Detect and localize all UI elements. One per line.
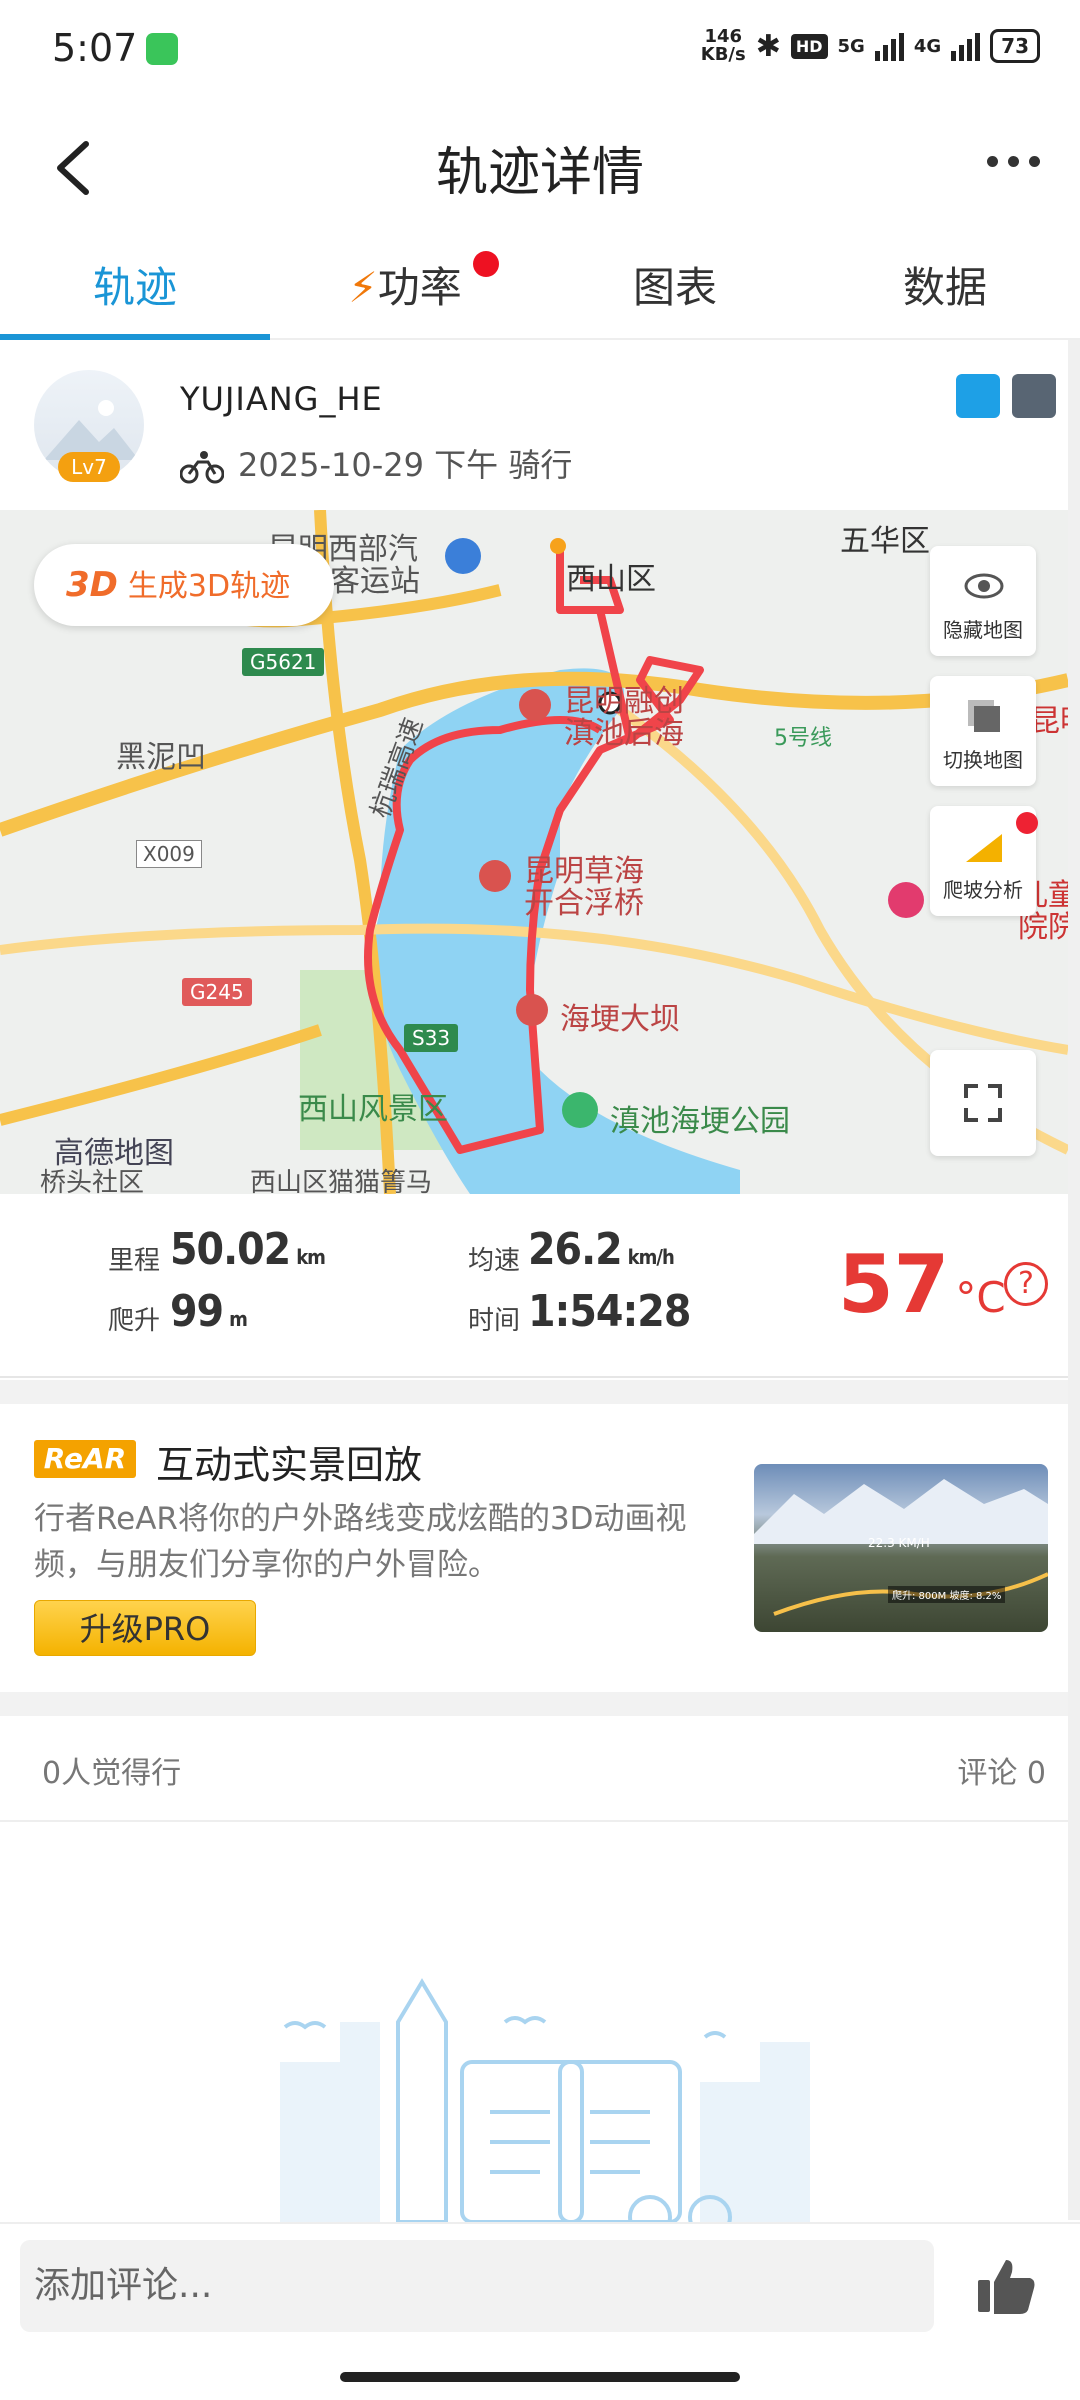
fullscreen-button[interactable] xyxy=(930,1050,1036,1156)
user-info: Lv7 YUJIANG_HE 2025-10-29 下午 骑行 xyxy=(0,340,1068,510)
speed-label: 均速 xyxy=(468,1246,521,1276)
comments-count[interactable]: 评论 0 xyxy=(957,1748,1046,1792)
map-label: 桥头社区 xyxy=(40,1168,145,1194)
time-value: 1:54:28 xyxy=(528,1286,691,1337)
username[interactable]: YUJIANG_HE xyxy=(180,380,383,418)
climb-label: 爬升 xyxy=(108,1306,161,1336)
eye-icon xyxy=(964,573,1004,599)
tab-chart[interactable]: 图表 xyxy=(540,240,810,338)
map-label: 滇池海埂公园 xyxy=(610,1104,790,1139)
section-divider xyxy=(0,1692,1068,1716)
app-header: 轨迹详情 xyxy=(0,100,1080,230)
likes-count[interactable]: 0人觉得行 xyxy=(42,1748,181,1792)
page-title: 轨迹详情 xyxy=(435,143,644,203)
hd-icon: HD xyxy=(790,33,828,59)
time-label: 时间 xyxy=(468,1306,521,1336)
tab-track[interactable]: 轨迹 xyxy=(0,240,270,338)
map-label: 西山风景区 xyxy=(298,1092,448,1127)
garmin-sync-icon xyxy=(1012,374,1056,418)
preview-info: 爬升: 800M 坡度: 8.2% xyxy=(888,1586,1006,1603)
battery-icon: 73 xyxy=(990,29,1040,63)
activity-meta: 2025-10-29 下午 骑行 xyxy=(180,440,572,486)
map-label: 滇池后海 xyxy=(564,716,684,751)
slope-icon xyxy=(966,834,1002,862)
map-label: X009 xyxy=(136,840,202,868)
empty-comments-illustration xyxy=(0,1822,1068,2239)
tab-bar: 轨迹 ⚡功率 图表 数据 xyxy=(0,240,1080,340)
status-bar: 5:07 146 KB/s ✱ HD 5G 4G 73 xyxy=(0,0,1080,100)
bluetooth-icon: ✱ xyxy=(755,28,781,64)
ride-stats: 里程 50.02 km 爬升 99 m 均速 26.2 km/h 时间 1:54:28… xyxy=(0,1194,1068,1378)
signal-5g-label: 5G xyxy=(837,35,865,57)
rear-logo: ReAR xyxy=(34,1440,136,1478)
more-options-icon[interactable] xyxy=(987,156,1040,167)
social-summary: 0人觉得行 评论 0 xyxy=(0,1716,1068,1822)
rear-description: 行者ReAR将你的户外路线变成炫酷的3D动画视频，与朋友们分享你的户外冒险。 xyxy=(34,1501,687,1583)
comment-input[interactable]: 添加评论... xyxy=(20,2240,934,2332)
map-label: 海埂大坝 xyxy=(560,1002,680,1037)
section-divider xyxy=(0,1380,1068,1404)
preview-speed: 22.3 KM/H xyxy=(868,1536,930,1550)
distance-value: 50.02 km xyxy=(170,1224,326,1275)
route-map[interactable]: 昆明西部汽 车客运站 西山区 五华区 G5621 黑泥凹 昆明融创 滇池后海 5… xyxy=(0,510,1068,1194)
map-label: S33 xyxy=(404,1024,459,1052)
hide-map-button[interactable]: 隐藏地图 xyxy=(930,546,1036,656)
tab-data[interactable]: 数据 xyxy=(810,240,1080,338)
signal-5g-icon xyxy=(874,31,904,61)
upgrade-pro-button[interactable]: 升级PRO xyxy=(34,1600,256,1656)
map-label: G245 xyxy=(182,978,252,1006)
temperature-value: 57 °C xyxy=(838,1238,1006,1331)
rear-preview-image[interactable]: 22.3 KM/H 爬升: 800M 坡度: 8.2% xyxy=(754,1464,1048,1632)
generate-3d-button[interactable]: 3D 生成3D轨迹 xyxy=(34,544,334,626)
map-label: 西山区 xyxy=(566,562,656,597)
expand-icon xyxy=(964,1084,1002,1122)
map-label: 黑泥凹 xyxy=(116,740,206,775)
map-label: 五华区 xyxy=(840,524,930,559)
notification-dot xyxy=(1016,812,1038,834)
strava-sync-icon xyxy=(956,374,1000,418)
map-label: 开合浮桥 xyxy=(524,886,644,921)
scrollbar[interactable] xyxy=(1068,340,1080,2220)
distance-label: 里程 xyxy=(108,1246,161,1276)
lightning-icon: ⚡ xyxy=(348,263,378,312)
notification-dot xyxy=(473,251,499,277)
map-label: 5号线 xyxy=(774,726,832,751)
signal-4g-label: 4G xyxy=(913,35,942,57)
home-indicator[interactable] xyxy=(340,2372,740,2382)
net-speed: 146 KB/s xyxy=(700,26,746,65)
status-icons: 146 KB/s ✱ HD 5G 4G 73 xyxy=(701,28,1040,64)
help-icon[interactable]: ? xyxy=(1004,1262,1048,1306)
rear-promo: ReAR 互动式实景回放 行者ReAR将你的户外路线变成炫酷的3D动画视频，与朋… xyxy=(0,1404,1068,1690)
signal-4g-icon xyxy=(951,31,981,61)
layers-icon xyxy=(968,700,1000,732)
thumbs-up-icon[interactable] xyxy=(976,2256,1036,2316)
level-badge: Lv7 xyxy=(58,452,120,482)
map-label: G5621 xyxy=(242,648,325,676)
bicycle-icon xyxy=(180,451,224,484)
tab-power[interactable]: ⚡功率 xyxy=(270,240,540,338)
battery-saver-icon xyxy=(146,33,178,65)
status-time: 5:07 xyxy=(52,26,138,70)
map-label: 西山区猫猫箐马 xyxy=(250,1168,433,1194)
rear-title: 互动式实景回放 xyxy=(156,1443,423,1487)
speed-value: 26.2 km/h xyxy=(528,1224,675,1275)
comment-bar: 添加评论... xyxy=(0,2222,1080,2352)
climb-value: 99 m xyxy=(170,1286,248,1337)
switch-map-button[interactable]: 切换地图 xyxy=(930,676,1036,786)
